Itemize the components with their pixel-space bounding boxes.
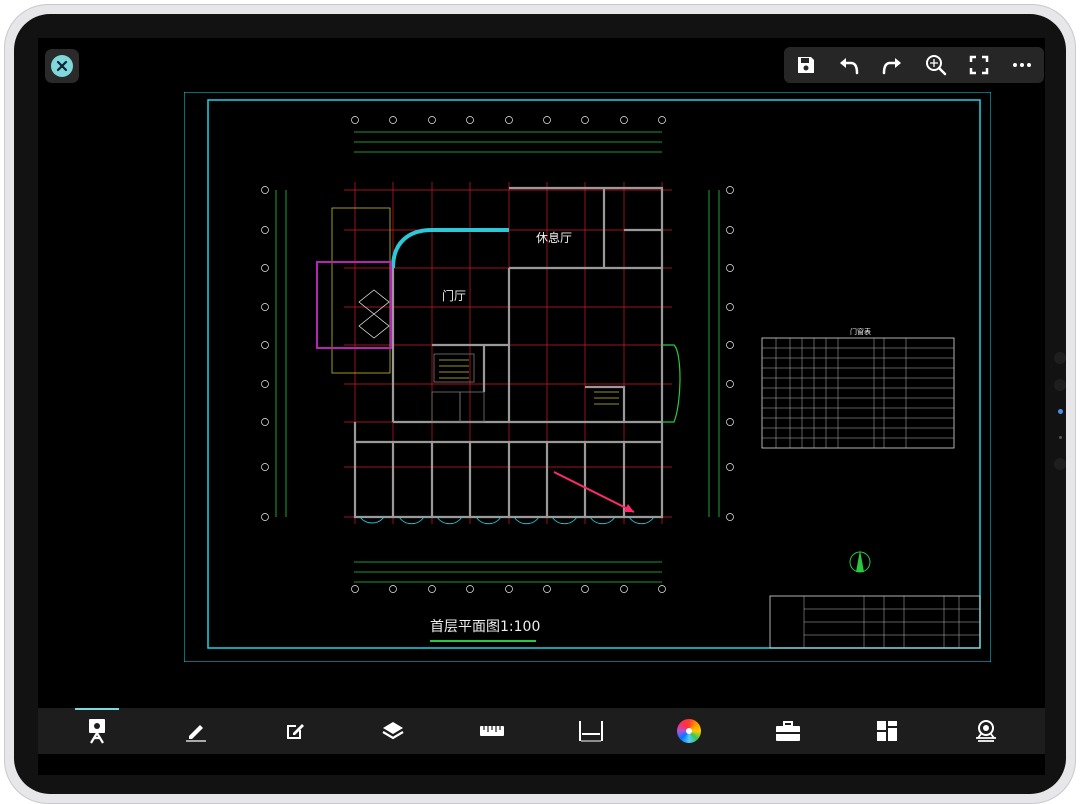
cad-drawing-canvas[interactable]: 休息厅 门厅 门窗表 首层平面图1:100 [184,92,991,662]
layout-button[interactable] [865,708,909,754]
door-window-table: 门窗表 [761,327,955,449]
cloud-button[interactable] [964,708,1008,754]
top-toolbar [784,47,1044,83]
dimension-icon [578,721,603,742]
east-ramp [662,344,681,423]
room-walls-thin [431,353,485,423]
edit-note-button[interactable] [273,708,317,754]
bottom-strip [38,754,1045,775]
view-mode-icon [89,719,106,744]
zoom-extents-button[interactable] [921,50,951,80]
inner-frame [207,99,981,649]
layers-icon [382,722,404,740]
more-button[interactable] [1007,50,1037,80]
side-button-top [1054,352,1066,364]
save-button[interactable] [791,50,821,80]
entrance-platform [316,261,392,349]
close-icon [51,55,73,77]
undo-button[interactable] [834,50,864,80]
toolbox-button[interactable] [766,708,810,754]
pencil-icon [186,725,207,742]
room-label-lounge: 休息厅 [536,230,572,245]
bottom-toolbar [38,708,1045,754]
side-button-bottom [1054,458,1066,470]
layers-button[interactable] [371,708,415,754]
table-title: 门窗表 [850,327,871,336]
drawing-title-text: 首层平面图1:100 [430,619,541,635]
entrance-doors [358,289,390,339]
room-label-lobby: 门厅 [442,288,466,303]
measure-button[interactable] [470,708,514,754]
north-arrow [849,550,871,573]
toolbox-icon [776,721,801,741]
dimension-button[interactable] [569,708,613,754]
measure-icon [480,726,505,736]
side-button-mid [1054,379,1066,391]
edit-note-icon [286,724,304,739]
curved-wall [391,228,509,269]
side-indicator [1058,409,1063,414]
top-dimension-lines [275,131,720,583]
side-dot [1059,436,1062,439]
outer-frame [184,92,991,662]
redo-button[interactable] [877,50,907,80]
undo-icon [839,58,859,75]
save-icon [797,57,814,73]
fullscreen-button[interactable] [964,50,994,80]
fullscreen-icon [969,55,989,75]
cloud-icon [975,720,996,742]
color-wheel-icon [677,719,702,743]
layout-icon [876,721,897,741]
building-walls [353,186,664,519]
color-wheel-button[interactable] [667,708,711,754]
zoom-extents-icon [925,55,946,76]
title-block [769,595,981,649]
view-mode-button[interactable] [75,708,120,754]
title-underline [430,640,536,642]
close-button[interactable] [45,49,79,83]
annotation-arrow [553,471,635,513]
redo-icon [883,58,902,75]
more-icon [1013,63,1032,67]
app-screen: 休息厅 门厅 门窗表 首层平面图1:100 [38,38,1045,775]
drawing-title-label: 首层平面图1:100 [430,616,540,642]
pencil-button[interactable] [174,708,218,754]
